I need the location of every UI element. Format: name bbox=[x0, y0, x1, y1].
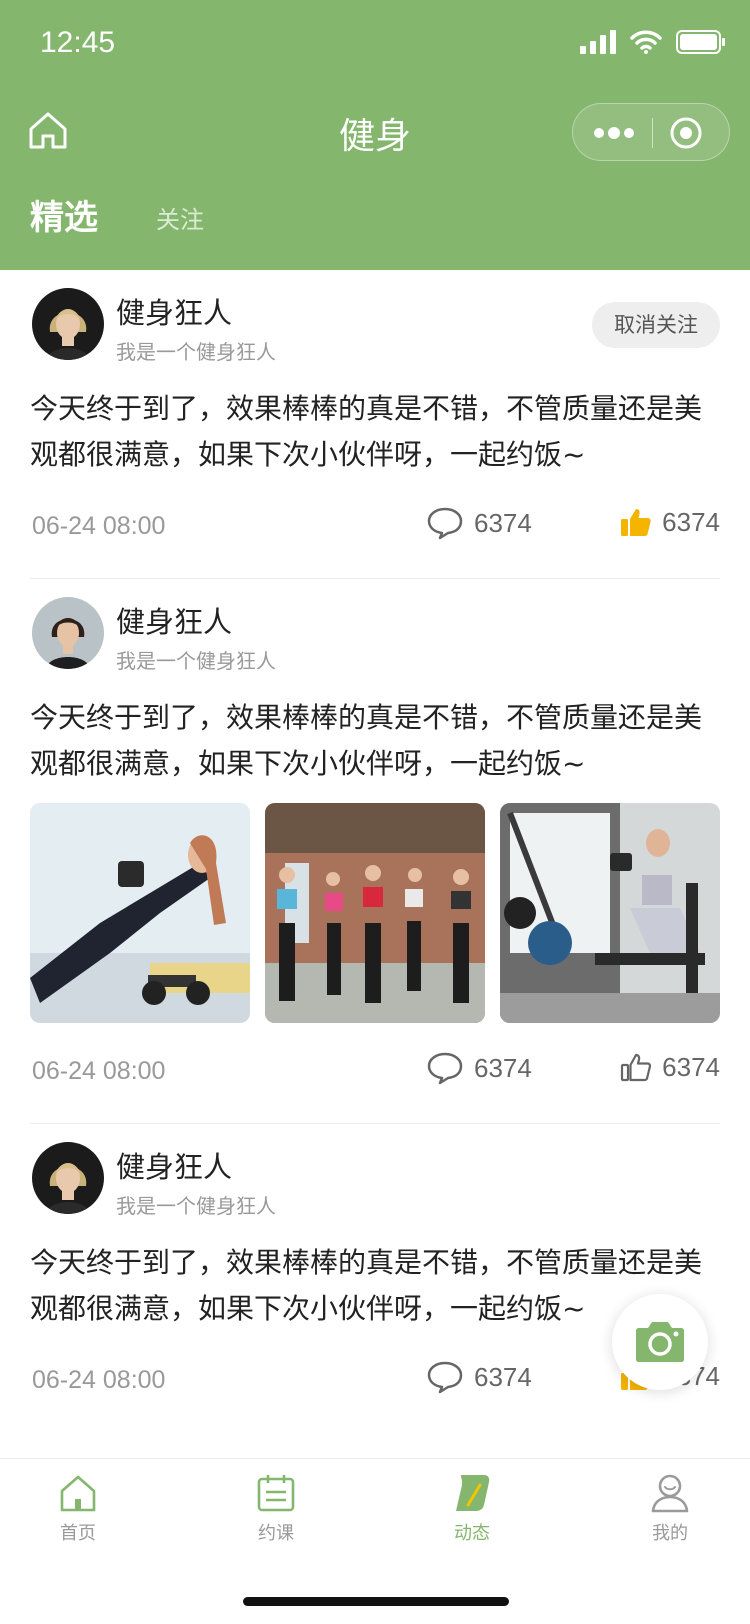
signal-icon bbox=[580, 30, 616, 54]
tabbar-item-courses[interactable]: 约课 bbox=[216, 1473, 336, 1545]
tab-featured[interactable]: 精选 bbox=[30, 190, 98, 239]
comment-count: 6374 bbox=[474, 1052, 532, 1083]
avatar[interactable] bbox=[32, 597, 104, 669]
tabbar-label: 动态 bbox=[454, 1523, 490, 1544]
author-bio: 我是一个健身狂人 bbox=[116, 1194, 276, 1218]
comment-icon bbox=[427, 1052, 463, 1085]
status-bar: 12:45 bbox=[0, 0, 750, 90]
close-miniprogram-icon[interactable] bbox=[669, 116, 703, 150]
author-name[interactable]: 健身狂人 bbox=[116, 1144, 232, 1186]
home-icon bbox=[60, 1475, 96, 1512]
tabbar-item-profile[interactable]: 我的 bbox=[610, 1473, 730, 1545]
post-text: 今天终于到了，效果棒棒的真是不错，不管质量还是美观都很满意，如果下次小伙伴呀，一… bbox=[30, 701, 703, 780]
status-time: 12:45 bbox=[40, 26, 116, 59]
post-card: 健身狂人 我是一个健身狂人 今天终于到了，效果棒棒的真是不错，不管质量还是美观都… bbox=[30, 1124, 720, 1432]
comment-icon bbox=[427, 1361, 463, 1394]
tabbar-label: 首页 bbox=[60, 1523, 96, 1544]
post-date: 06-24 08:00 bbox=[32, 512, 166, 540]
wifi-icon bbox=[630, 30, 662, 54]
thumbs-up-outline-icon bbox=[621, 1053, 652, 1082]
post-meta: 06-24 08:00 6374 6374 bbox=[30, 478, 720, 578]
thumbs-up-filled-icon bbox=[621, 509, 651, 536]
avatar[interactable] bbox=[32, 288, 104, 360]
unfollow-button[interactable]: 取消关注 bbox=[592, 302, 720, 348]
post-header: 健身狂人 我是一个健身狂人 取消关注 bbox=[30, 270, 720, 368]
tabbar-item-home[interactable]: 首页 bbox=[18, 1473, 138, 1545]
comment-count: 6374 bbox=[474, 507, 532, 538]
post-text: 今天终于到了，效果棒棒的真是不错，不管质量还是美观都很满意，如果下次小伙伴呀，一… bbox=[30, 1246, 703, 1325]
status-icons bbox=[580, 30, 726, 54]
fitness-woman-dumbbell-photo[interactable] bbox=[30, 803, 250, 1023]
comment-button[interactable]: 6374 bbox=[426, 1360, 532, 1394]
post-date: 06-24 08:00 bbox=[32, 1366, 166, 1394]
comment-button[interactable]: 6374 bbox=[426, 506, 532, 540]
comment-count: 6374 bbox=[474, 1361, 532, 1392]
feed-tabs: 精选 关注 bbox=[30, 190, 204, 239]
post-card: 健身狂人 我是一个健身狂人 取消关注 今天终于到了，效果棒棒的真是不错，不管质量… bbox=[30, 270, 720, 579]
post-photos bbox=[30, 803, 720, 1023]
miniprogram-capsule bbox=[572, 103, 730, 161]
capsule-divider bbox=[652, 118, 653, 148]
post-date: 06-24 08:00 bbox=[32, 1057, 166, 1085]
post-card: 健身狂人 我是一个健身狂人 今天终于到了，效果棒棒的真是不错，不管质量还是美观都… bbox=[30, 579, 720, 1124]
tabbar-item-moments[interactable]: 动态 bbox=[412, 1473, 532, 1545]
app-header: 12:45 健身 精选 关注 bbox=[0, 0, 750, 270]
comment-button[interactable]: 6374 bbox=[426, 1051, 532, 1085]
camera-fab[interactable] bbox=[612, 1294, 708, 1390]
like-button[interactable]: 6374 bbox=[620, 1051, 720, 1083]
tabbar-label: 约课 bbox=[258, 1523, 294, 1544]
like-button[interactable]: 6374 bbox=[620, 506, 720, 538]
author-name[interactable]: 健身狂人 bbox=[116, 290, 232, 332]
gym-bench-workout-photo[interactable] bbox=[500, 803, 720, 1023]
moments-icon bbox=[456, 1475, 490, 1511]
tabbar-label: 我的 bbox=[652, 1523, 688, 1544]
home-indicator[interactable] bbox=[243, 1597, 509, 1606]
feed: 健身狂人 我是一个健身狂人 取消关注 今天终于到了，效果棒棒的真是不错，不管质量… bbox=[0, 270, 750, 1432]
more-icon[interactable] bbox=[591, 120, 637, 146]
like-count: 6374 bbox=[662, 1051, 720, 1082]
author-name[interactable]: 健身狂人 bbox=[116, 599, 232, 641]
user-icon bbox=[651, 1474, 689, 1513]
comment-icon bbox=[427, 507, 463, 540]
group-workout-photo[interactable] bbox=[265, 803, 485, 1023]
post-meta: 06-24 08:00 6374 6374 bbox=[30, 1023, 720, 1123]
author-bio: 我是一个健身狂人 bbox=[116, 340, 276, 364]
avatar[interactable] bbox=[32, 1142, 104, 1214]
post-header: 健身狂人 我是一个健身狂人 bbox=[30, 579, 720, 677]
battery-icon bbox=[676, 30, 725, 54]
camera-icon bbox=[636, 1322, 684, 1362]
nav-bar: 健身 bbox=[0, 95, 750, 167]
like-count: 6374 bbox=[662, 506, 720, 537]
post-header: 健身狂人 我是一个健身狂人 bbox=[30, 1124, 720, 1222]
calendar-icon bbox=[257, 1475, 295, 1512]
tab-following[interactable]: 关注 bbox=[156, 200, 204, 239]
author-bio: 我是一个健身狂人 bbox=[116, 649, 276, 673]
post-text: 今天终于到了，效果棒棒的真是不错，不管质量还是美观都很满意，如果下次小伙伴呀，一… bbox=[30, 392, 703, 471]
